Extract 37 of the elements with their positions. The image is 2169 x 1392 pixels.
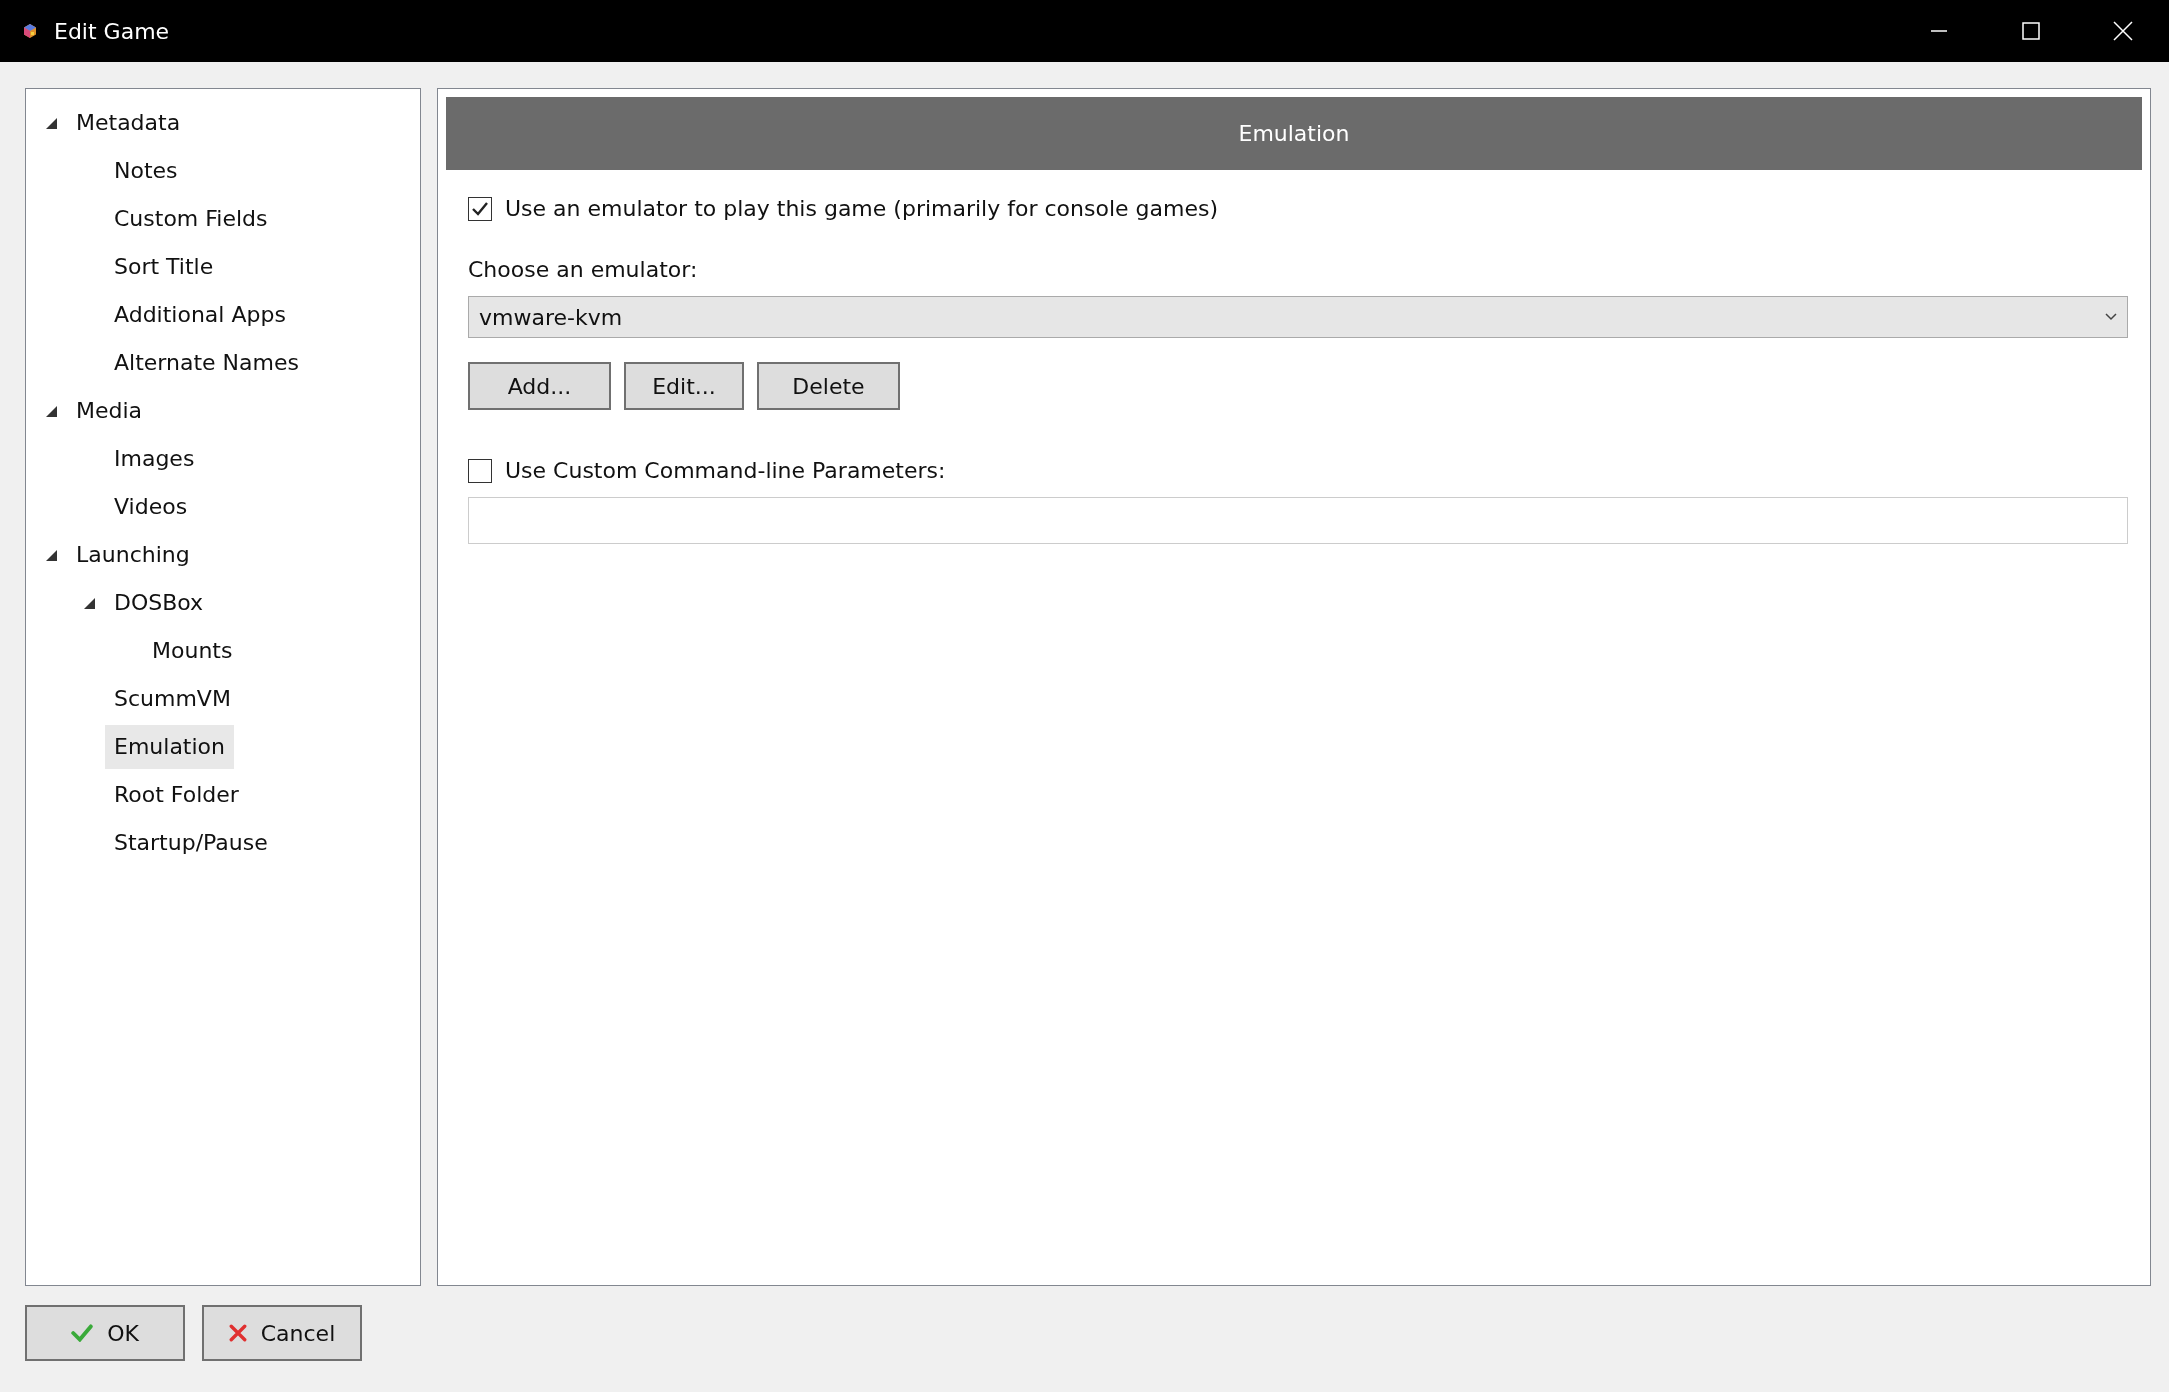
- tree-item[interactable]: Emulation: [105, 725, 234, 769]
- caret-icon: [2105, 313, 2117, 321]
- tree-item[interactable]: Custom Fields: [105, 197, 277, 241]
- tree-item[interactable]: Root Folder: [105, 773, 248, 817]
- maximize-icon: [2022, 22, 2040, 40]
- tree-item[interactable]: Launching: [67, 533, 199, 577]
- tree-item[interactable]: Media: [67, 389, 152, 433]
- checkbox[interactable]: [468, 196, 492, 221]
- tree-item[interactable]: Additional Apps: [105, 293, 295, 337]
- cross-icon: [228, 1324, 247, 1342]
- tree-item[interactable]: ScummVM: [105, 677, 240, 721]
- tree-item[interactable]: Sort Title: [105, 245, 223, 289]
- tree-item[interactable]: Metadata: [67, 101, 190, 145]
- app-icon: [22, 23, 38, 39]
- tree-item[interactable]: Images: [105, 437, 204, 481]
- emulator-dropdown[interactable]: vmware-kvm: [468, 296, 2128, 338]
- checkbox-label: Use Custom Command-line Parameters:: [505, 458, 946, 483]
- tree-item[interactable]: DOSBox: [105, 581, 213, 625]
- tree-item[interactable]: Startup/Pause: [105, 821, 277, 865]
- action-button[interactable]: Edit...: [624, 362, 744, 410]
- action-button[interactable]: Delete: [757, 362, 900, 410]
- checkmark-icon: [71, 1324, 94, 1342]
- tree-item[interactable]: Notes: [105, 149, 187, 193]
- tree-item[interactable]: Alternate Names: [105, 341, 308, 385]
- checkbox[interactable]: [468, 458, 492, 483]
- tree-item[interactable]: Mounts: [143, 629, 242, 673]
- parameters-input[interactable]: [468, 497, 2128, 544]
- panel-header: Emulation: [446, 97, 2142, 170]
- window-title: Edit Game: [54, 18, 170, 44]
- field-label: Choose an emulator:: [468, 257, 699, 282]
- minimize-icon: [1930, 30, 1948, 32]
- tree-item[interactable]: Videos: [105, 485, 197, 529]
- ok-button[interactable]: OK: [25, 1305, 185, 1361]
- checkbox-label: Use an emulator to play this game (primarily for console games): [505, 196, 1218, 221]
- close-icon: [2113, 21, 2133, 41]
- cancel-button[interactable]: Cancel: [202, 1305, 362, 1361]
- action-button[interactable]: Add...: [468, 362, 611, 410]
